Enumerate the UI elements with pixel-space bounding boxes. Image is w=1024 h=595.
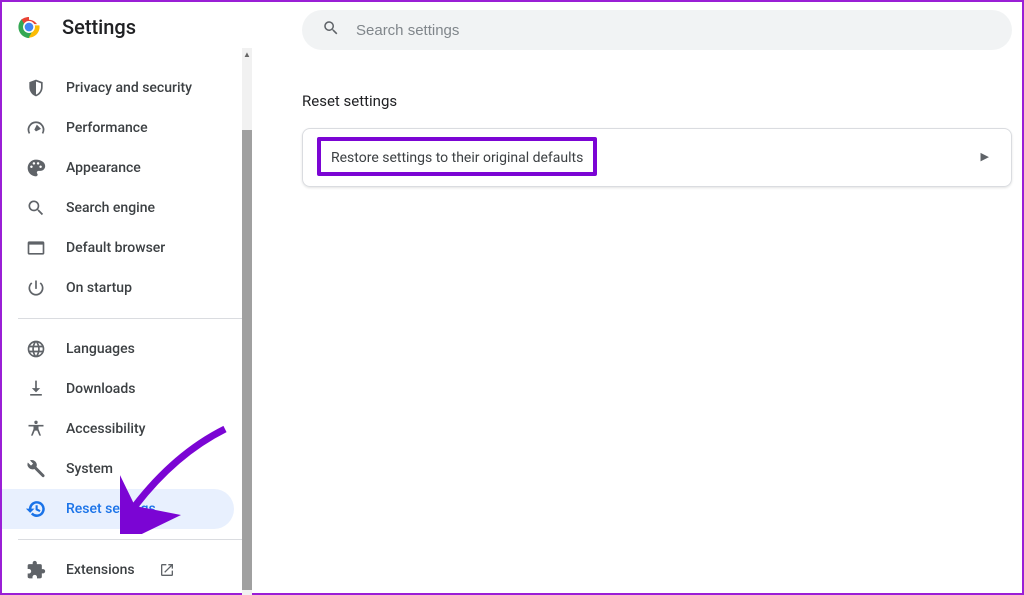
globe-icon bbox=[26, 339, 46, 359]
sidebar-item-performance[interactable]: Performance bbox=[2, 108, 234, 148]
annotation-highlight-box: Restore settings to their original defau… bbox=[317, 137, 597, 176]
speedometer-icon bbox=[26, 118, 46, 138]
restore-defaults-row[interactable]: Restore settings to their original defau… bbox=[303, 129, 1011, 186]
search-bar[interactable] bbox=[302, 10, 1012, 50]
sidebar-divider bbox=[18, 539, 244, 540]
sidebar-item-label: Search engine bbox=[66, 200, 155, 216]
sidebar-item-label: Reset settings bbox=[66, 501, 156, 517]
sidebar-divider bbox=[18, 318, 244, 319]
restore-icon bbox=[26, 499, 46, 519]
sidebar-item-default-browser[interactable]: Default browser bbox=[2, 228, 234, 268]
sidebar-item-label: Downloads bbox=[66, 381, 135, 397]
sidebar-item-extensions[interactable]: Extensions bbox=[2, 550, 234, 590]
palette-icon bbox=[26, 158, 46, 178]
sidebar-item-label: Performance bbox=[66, 120, 148, 136]
main-content: Reset settings Restore settings to their… bbox=[252, 2, 1022, 593]
wrench-icon bbox=[26, 459, 46, 479]
chevron-right-icon: ▶ bbox=[981, 150, 989, 163]
sidebar-nav: Privacy and security Performance Appeara… bbox=[2, 54, 252, 590]
sidebar-scroll-up-icon[interactable]: ▲ bbox=[242, 48, 252, 60]
reset-settings-card: Restore settings to their original defau… bbox=[302, 128, 1012, 187]
sidebar-item-system[interactable]: System bbox=[2, 449, 234, 489]
sidebar-scrollbar-thumb[interactable] bbox=[242, 130, 252, 590]
search-input[interactable] bbox=[356, 22, 992, 39]
sidebar-item-privacy[interactable]: Privacy and security bbox=[2, 68, 234, 108]
sidebar-item-label: On startup bbox=[66, 280, 132, 296]
sidebar-item-reset-settings[interactable]: Reset settings bbox=[2, 489, 234, 529]
open-external-icon bbox=[159, 562, 175, 578]
sidebar-item-label: Accessibility bbox=[66, 421, 145, 437]
section-title: Reset settings bbox=[302, 92, 1012, 110]
page-title: Settings bbox=[62, 15, 136, 39]
search-icon bbox=[322, 19, 340, 41]
chrome-logo-icon bbox=[16, 14, 42, 40]
search-icon bbox=[26, 198, 46, 218]
sidebar-item-label: System bbox=[66, 461, 113, 477]
accessibility-icon bbox=[26, 419, 46, 439]
sidebar-item-accessibility[interactable]: Accessibility bbox=[2, 409, 234, 449]
download-icon bbox=[26, 379, 46, 399]
sidebar-item-label: Extensions bbox=[66, 562, 135, 578]
sidebar-item-label: Default browser bbox=[66, 240, 165, 256]
restore-defaults-label: Restore settings to their original defau… bbox=[331, 150, 583, 166]
power-icon bbox=[26, 278, 46, 298]
sidebar-item-downloads[interactable]: Downloads bbox=[2, 369, 234, 409]
sidebar-item-languages[interactable]: Languages bbox=[2, 329, 234, 369]
settings-header: Settings bbox=[2, 2, 252, 54]
sidebar: Settings Privacy and security Performanc… bbox=[2, 2, 252, 593]
sidebar-item-label: Appearance bbox=[66, 160, 141, 176]
sidebar-item-label: Privacy and security bbox=[66, 80, 192, 96]
sidebar-item-appearance[interactable]: Appearance bbox=[2, 148, 234, 188]
browser-icon bbox=[26, 238, 46, 258]
sidebar-item-label: Languages bbox=[66, 341, 135, 357]
extension-icon bbox=[26, 560, 46, 580]
sidebar-item-on-startup[interactable]: On startup bbox=[2, 268, 234, 308]
shield-icon bbox=[26, 78, 46, 98]
sidebar-item-search-engine[interactable]: Search engine bbox=[2, 188, 234, 228]
